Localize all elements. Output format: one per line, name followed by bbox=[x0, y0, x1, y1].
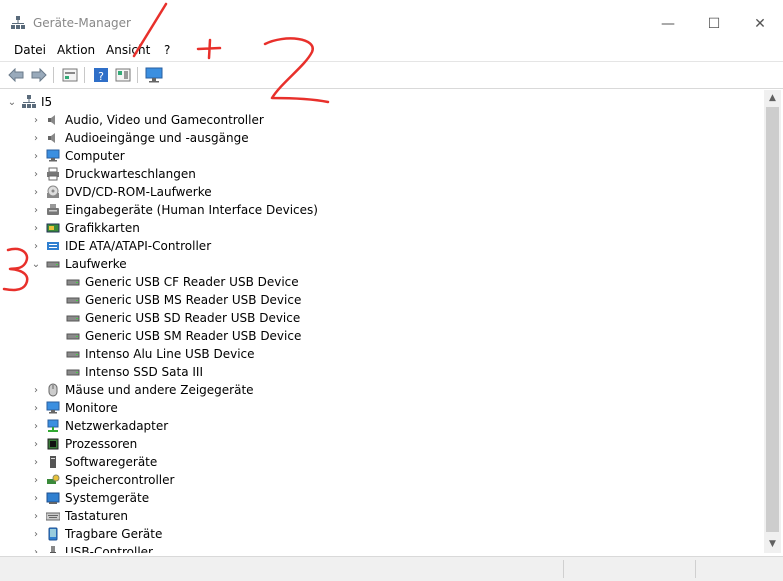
annotation-1 bbox=[132, 2, 168, 58]
annotation-2 bbox=[263, 37, 330, 104]
annotation-overlay: 1 + 2 3 bbox=[2, 2, 330, 292]
annotation-plus bbox=[196, 38, 222, 60]
device-manager-window: Geräte-Manager — ☐ ✕ Datei Aktion Ansich… bbox=[0, 0, 783, 581]
annotation-3 bbox=[2, 247, 29, 292]
